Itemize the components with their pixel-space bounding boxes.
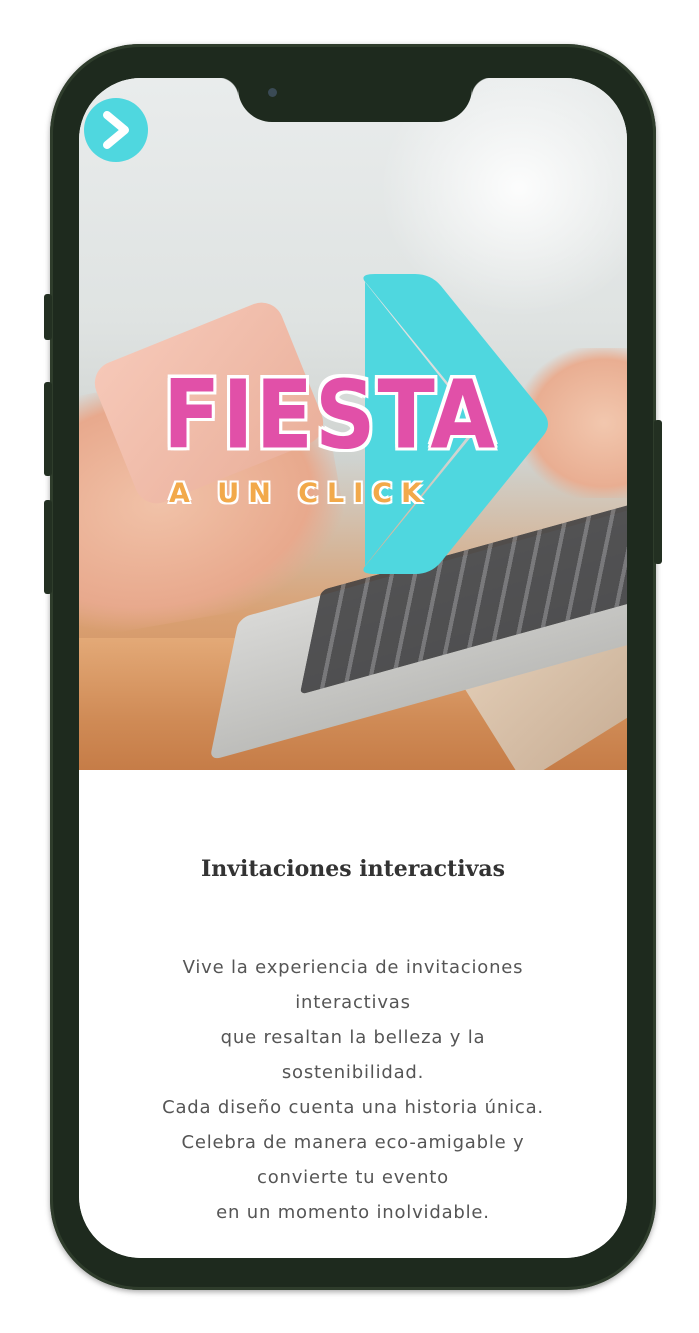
- description-line: en un momento inolvidable.: [216, 1202, 490, 1223]
- description-line: Vive la experiencia de invitaciones: [182, 957, 524, 978]
- phone-screen: FIESTA A UN CLICK Invitaciones interacti…: [79, 78, 627, 1258]
- description-line: interactivas: [295, 992, 411, 1013]
- section-title: Invitaciones interactivas: [200, 856, 505, 882]
- phone-notch: [218, 78, 492, 122]
- phone-volume-up-button: [44, 382, 52, 476]
- phone-volume-down-button: [44, 500, 52, 594]
- logo-tagline: A UN CLICK: [169, 478, 432, 509]
- next-slide-button[interactable]: [84, 98, 148, 162]
- description-line: convierte tu evento: [257, 1167, 449, 1188]
- chevron-right-icon: [103, 111, 129, 149]
- hero-image: FIESTA A UN CLICK: [79, 78, 627, 770]
- logo-wordmark: FIESTA: [163, 360, 498, 470]
- content-section: Invitaciones interactivas Vive la experi…: [79, 770, 627, 1258]
- camera-icon: [268, 88, 277, 97]
- description-line: Celebra de manera eco-amigable y: [181, 1132, 525, 1153]
- description-line: sostenibilidad.: [281, 1062, 425, 1083]
- section-description: Vive la experiencia de invitaciones inte…: [99, 950, 607, 1230]
- description-line: que resaltan la belleza y la: [220, 1027, 486, 1048]
- description-line: Cada diseño cuenta una historia única.: [162, 1097, 544, 1118]
- phone-power-button: [654, 420, 662, 564]
- phone-silent-switch: [44, 294, 52, 340]
